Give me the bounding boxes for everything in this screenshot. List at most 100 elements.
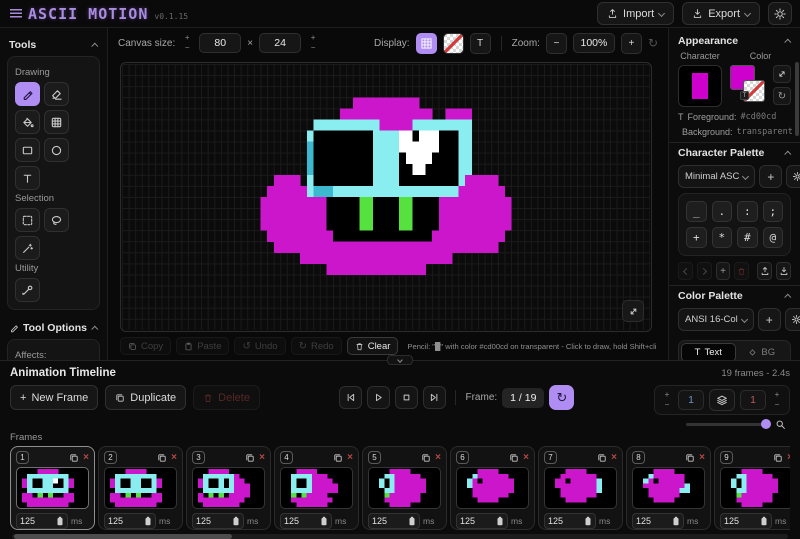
- export-button[interactable]: Export: [682, 2, 760, 25]
- download-palette-button[interactable]: [776, 262, 791, 280]
- zoom-reset-button[interactable]: ↻: [648, 36, 658, 50]
- duplicate-frame-button[interactable]: Duplicate: [105, 385, 186, 410]
- duplicate-frame-icon[interactable]: [333, 453, 343, 463]
- add-char-button[interactable]: +: [716, 262, 731, 280]
- frame-card[interactable]: 8×125ms: [626, 446, 711, 530]
- frame-thumbnail[interactable]: [544, 467, 617, 509]
- delete-frame-icon[interactable]: ×: [611, 453, 617, 463]
- apply-duration-icon[interactable]: [56, 516, 64, 526]
- frame-thumbnail[interactable]: [368, 467, 441, 509]
- delete-frame-icon[interactable]: ×: [435, 453, 441, 463]
- rect-fill-tool[interactable]: [44, 110, 69, 134]
- delete-char-button[interactable]: [734, 262, 749, 280]
- duplicate-frame-icon[interactable]: [509, 453, 519, 463]
- eyedropper-tool[interactable]: [15, 278, 40, 302]
- onion-next-stepper[interactable]: +−: [771, 391, 783, 410]
- sidebar-scrollbar[interactable]: [795, 62, 799, 136]
- palette-char[interactable]: _: [686, 201, 707, 222]
- delete-frame-icon[interactable]: ×: [787, 453, 790, 463]
- reset-colors-button[interactable]: ↻: [773, 87, 791, 105]
- frame-card[interactable]: 5×125ms: [362, 446, 447, 530]
- frame-card[interactable]: 9×125ms: [714, 446, 790, 530]
- redo-button[interactable]: ↻ Redo: [291, 337, 342, 355]
- onion-prev-count[interactable]: 1: [678, 390, 704, 410]
- delete-frame-icon[interactable]: ×: [171, 453, 177, 463]
- delete-frame-icon[interactable]: ×: [83, 453, 89, 463]
- frame-duration-input[interactable]: 125: [16, 513, 68, 529]
- duplicate-frame-icon[interactable]: [773, 453, 783, 463]
- frame-thumbnail[interactable]: [192, 467, 265, 509]
- zoom-out-button[interactable]: −: [546, 33, 567, 54]
- swap-colors-button[interactable]: [773, 65, 791, 83]
- canvas-expand-button[interactable]: [622, 300, 644, 322]
- magic-wand-tool[interactable]: [15, 236, 40, 260]
- add-character-button[interactable]: +: [759, 165, 782, 188]
- frame-duration-input[interactable]: 125: [632, 513, 684, 529]
- text-display-toggle[interactable]: T: [470, 33, 491, 54]
- delete-frame-icon[interactable]: ×: [347, 453, 353, 463]
- tools-section-header[interactable]: Tools: [7, 34, 100, 56]
- apply-duration-icon[interactable]: [144, 516, 152, 526]
- move-char-right-button[interactable]: [697, 262, 712, 280]
- palette-char[interactable]: +: [686, 227, 707, 248]
- skip-end-button[interactable]: [423, 386, 446, 409]
- frame-duration-input[interactable]: 125: [280, 513, 332, 529]
- play-button[interactable]: [367, 386, 390, 409]
- zoom-in-button[interactable]: +: [621, 33, 642, 54]
- onion-next-count[interactable]: 1: [740, 390, 766, 410]
- duplicate-frame-icon[interactable]: [245, 453, 255, 463]
- grid-toggle-button[interactable]: [416, 33, 437, 54]
- eraser-tool[interactable]: [44, 82, 69, 106]
- apply-duration-icon[interactable]: [232, 516, 240, 526]
- color-palette-header[interactable]: Color Palette: [678, 290, 791, 305]
- add-color-button[interactable]: +: [758, 308, 781, 331]
- theme-toggle-button[interactable]: [768, 2, 792, 25]
- new-frame-button[interactable]: + New Frame: [10, 385, 98, 410]
- transparency-toggle-button[interactable]: [443, 33, 464, 54]
- frame-duration-input[interactable]: 125: [192, 513, 244, 529]
- ellipse-tool[interactable]: [44, 138, 69, 162]
- apply-duration-icon[interactable]: [408, 516, 416, 526]
- canvas-height-input[interactable]: 24: [259, 33, 301, 53]
- delete-frame-icon[interactable]: ×: [259, 453, 265, 463]
- apply-duration-icon[interactable]: [496, 516, 504, 526]
- frame-thumbnail[interactable]: [632, 467, 705, 509]
- fill-tool[interactable]: [15, 110, 40, 134]
- palette-char[interactable]: @: [763, 227, 784, 248]
- lasso-select-tool[interactable]: [44, 208, 69, 232]
- duplicate-frame-icon[interactable]: [69, 453, 79, 463]
- text-tool[interactable]: [15, 166, 40, 190]
- slider-thumb[interactable]: [761, 419, 771, 429]
- character-preview[interactable]: [678, 65, 722, 107]
- onion-prev-stepper[interactable]: +−: [661, 391, 673, 410]
- palette-char[interactable]: ;: [763, 201, 784, 222]
- frame-card[interactable]: 6×125ms: [450, 446, 535, 530]
- character-preset-select[interactable]: Minimal ASC: [678, 165, 755, 188]
- frame-card[interactable]: 1×125ms: [10, 446, 95, 530]
- rect-select-tool[interactable]: [15, 208, 40, 232]
- paste-button[interactable]: Paste: [176, 337, 229, 355]
- pencil-tool[interactable]: [15, 82, 40, 106]
- width-stepper[interactable]: +−: [181, 34, 193, 53]
- frame-thumbnail[interactable]: [720, 467, 790, 509]
- frame-duration-input[interactable]: 125: [456, 513, 508, 529]
- palette-char[interactable]: .: [712, 201, 733, 222]
- frame-card[interactable]: 4×125ms: [274, 446, 359, 530]
- palette-char[interactable]: *: [712, 227, 733, 248]
- frame-duration-input[interactable]: 125: [368, 513, 420, 529]
- frame-duration-input[interactable]: 125: [104, 513, 156, 529]
- palette-char[interactable]: :: [737, 201, 758, 222]
- character-settings-button[interactable]: [786, 165, 800, 188]
- skip-start-button[interactable]: [339, 386, 362, 409]
- character-palette-header[interactable]: Character Palette: [678, 147, 791, 162]
- apply-duration-icon[interactable]: [320, 516, 328, 526]
- delete-frame-button[interactable]: Delete: [193, 385, 260, 410]
- upload-palette-button[interactable]: [757, 262, 772, 280]
- height-stepper[interactable]: +−: [307, 34, 319, 53]
- duplicate-frame-icon[interactable]: [157, 453, 167, 463]
- apply-duration-icon[interactable]: [584, 516, 592, 526]
- appearance-header[interactable]: Appearance: [678, 33, 791, 49]
- canvas-grid[interactable]: [122, 64, 650, 330]
- rectangle-tool[interactable]: [15, 138, 40, 162]
- frames-scrollbar[interactable]: [12, 534, 788, 539]
